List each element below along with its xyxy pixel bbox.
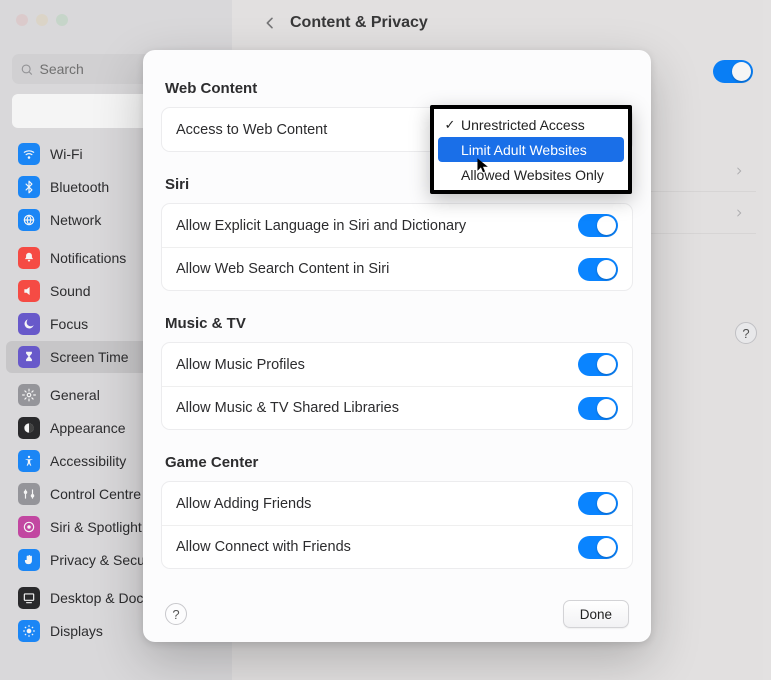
setting-row: Allow Music Profiles — [162, 343, 632, 386]
menu-item[interactable]: Allowed Websites Only — [434, 162, 628, 187]
setting-label: Allow Web Search Content in Siri — [176, 261, 389, 277]
setting-row: Allow Connect with Friends — [162, 525, 632, 568]
setting-label: Allow Adding Friends — [176, 496, 311, 512]
toggle[interactable] — [578, 258, 618, 281]
settings-window: { "header": { "title": "Content & Privac… — [0, 0, 771, 680]
help-button[interactable]: ? — [165, 603, 187, 625]
web-content-access-menu[interactable]: ✓Unrestricted Access Limit Adult Websites… — [430, 105, 632, 194]
menu-item[interactable]: ✓Unrestricted Access — [434, 112, 628, 137]
section-title: Game Center — [161, 448, 633, 481]
checkmark-icon: ✓ — [442, 117, 458, 133]
menu-item-label: Limit Adult Websites — [461, 142, 587, 158]
setting-row: Allow Music & TV Shared Libraries — [162, 386, 632, 429]
menu-item[interactable]: Limit Adult Websites — [438, 137, 624, 162]
setting-label: Allow Explicit Language in Siri and Dict… — [176, 218, 466, 234]
setting-row: Allow Adding Friends — [162, 482, 632, 525]
toggle[interactable] — [578, 397, 618, 420]
setting-label: Allow Music & TV Shared Libraries — [176, 400, 399, 416]
setting-row: Allow Explicit Language in Siri and Dict… — [162, 204, 632, 247]
menu-item-label: Unrestricted Access — [461, 117, 585, 133]
cursor-icon — [476, 157, 490, 180]
setting-row: Allow Web Search Content in Siri — [162, 247, 632, 290]
setting-label: Access to Web Content — [176, 122, 327, 138]
toggle[interactable] — [578, 492, 618, 515]
section-title: Music & TV — [161, 309, 633, 342]
toggle[interactable] — [578, 353, 618, 376]
toggle[interactable] — [578, 214, 618, 237]
setting-label: Allow Music Profiles — [176, 357, 305, 373]
toggle[interactable] — [578, 536, 618, 559]
done-button[interactable]: Done — [563, 600, 629, 628]
section-title: Web Content — [161, 74, 633, 107]
setting-label: Allow Connect with Friends — [176, 539, 351, 555]
